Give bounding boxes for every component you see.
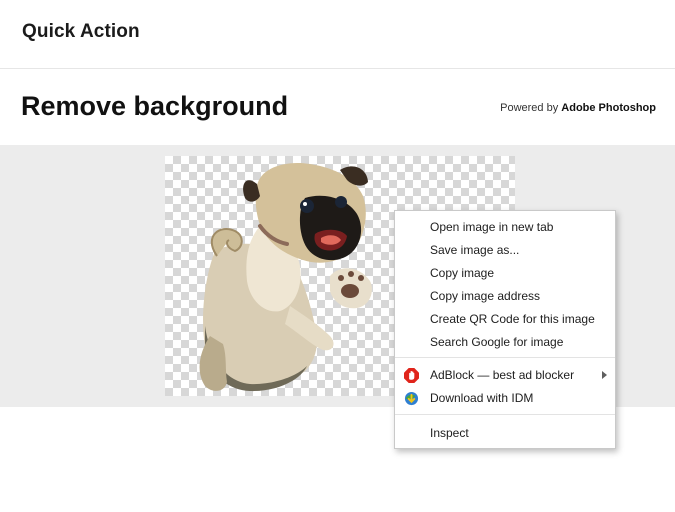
menu-item-open-image-new-tab[interactable]: Open image in new tab — [395, 216, 615, 238]
menu-item-label: Copy image — [430, 266, 495, 280]
idm-icon — [404, 391, 419, 406]
menu-item-label: AdBlock — best ad blocker — [430, 368, 575, 382]
menu-item-label: Download with IDM — [430, 391, 534, 405]
submenu-arrow-icon — [602, 371, 607, 379]
menu-item-search-google-image[interactable]: Search Google for image — [395, 331, 615, 353]
page: Quick Action Remove background Powered b… — [0, 0, 675, 512]
pug-paw-pad — [341, 284, 359, 298]
pug-left-ear — [243, 180, 260, 202]
pug-toe-1 — [338, 275, 344, 281]
menu-item-label: Save image as... — [430, 243, 520, 257]
menu-item-label: Copy image address — [430, 289, 541, 303]
pug-hind-leg — [199, 336, 227, 391]
menu-item-save-image-as[interactable]: Save image as... — [395, 239, 615, 261]
menu-item-label: Inspect — [430, 426, 469, 440]
menu-item-adblock[interactable]: AdBlock — best ad blocker — [395, 364, 615, 386]
menu-item-label: Open image in new tab — [430, 220, 554, 234]
powered-by-brand: Adobe Photoshop — [561, 102, 656, 114]
pug-toe-2 — [348, 271, 354, 277]
context-menu: Open image in new tab Save image as... C… — [394, 210, 616, 449]
page-heading: Remove background — [21, 91, 289, 121]
menu-separator — [395, 357, 615, 358]
pug-eye-left — [300, 199, 314, 213]
menu-item-copy-image[interactable]: Copy image — [395, 262, 615, 284]
adblock-icon — [404, 368, 419, 383]
menu-separator — [395, 414, 615, 415]
pug-eye-left-shine — [303, 202, 307, 206]
app-title: Quick Action — [22, 21, 140, 42]
menu-item-inspect[interactable]: Inspect — [395, 422, 615, 444]
powered-by-label: Powered by Adobe Photoshop — [500, 102, 656, 114]
top-bar: Quick Action — [0, 0, 675, 69]
menu-item-create-qr-code[interactable]: Create QR Code for this image — [395, 308, 615, 330]
menu-item-download-idm[interactable]: Download with IDM — [395, 387, 615, 409]
menu-item-label: Search Google for image — [430, 335, 564, 349]
pug-toe-3 — [358, 275, 364, 281]
menu-item-copy-image-address[interactable]: Copy image address — [395, 285, 615, 307]
menu-item-label: Create QR Code for this image — [430, 312, 595, 326]
powered-by-prefix: Powered by — [500, 102, 559, 114]
pug-eye-right — [335, 196, 347, 208]
